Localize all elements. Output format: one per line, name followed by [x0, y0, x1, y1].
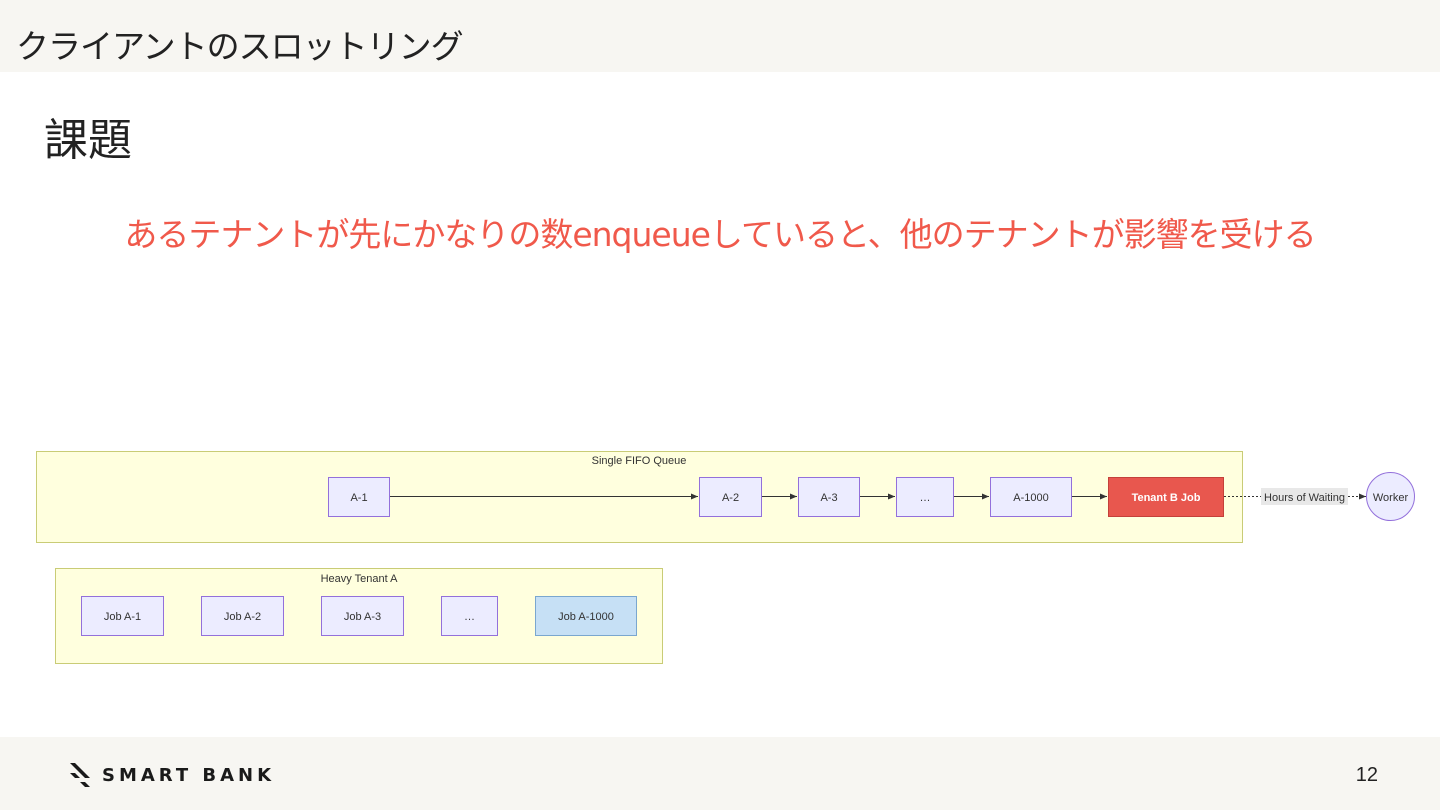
- smartbank-logo: SMART BANK: [68, 760, 275, 790]
- tenant-b-job-label: Tenant B Job: [1132, 492, 1201, 504]
- smartbank-mark-icon: [70, 763, 90, 787]
- tenant-job-a1000-label: Job A-1000: [558, 611, 614, 623]
- worker-label: Worker: [1373, 492, 1409, 504]
- tenant-job-a2-label: Job A-2: [224, 611, 261, 623]
- tenant-job-a3-label: Job A-3: [344, 611, 381, 623]
- wait-label: Hours of Waiting: [1264, 492, 1345, 504]
- page-number: 12: [1355, 764, 1378, 786]
- heavy-tenant-label: Heavy Tenant A: [321, 573, 399, 585]
- tenant-job-a1-label: Job A-1: [104, 611, 141, 623]
- fifo-queue-label: Single FIFO Queue: [592, 455, 687, 467]
- queue-diagram: Single FIFO Queue A-1 A-2 A-3 … A-1000 T…: [36, 451, 1415, 664]
- queue-node-a3-label: A-3: [820, 492, 837, 504]
- tenant-job-ellipsis-label: …: [464, 611, 475, 623]
- queue-node-ellipsis-label: …: [920, 492, 931, 504]
- queue-node-a1000-label: A-1000: [1013, 492, 1048, 504]
- queue-node-a2-label: A-2: [722, 492, 739, 504]
- brand-name: SMART BANK: [102, 764, 276, 786]
- queue-node-a1-label: A-1: [350, 492, 367, 504]
